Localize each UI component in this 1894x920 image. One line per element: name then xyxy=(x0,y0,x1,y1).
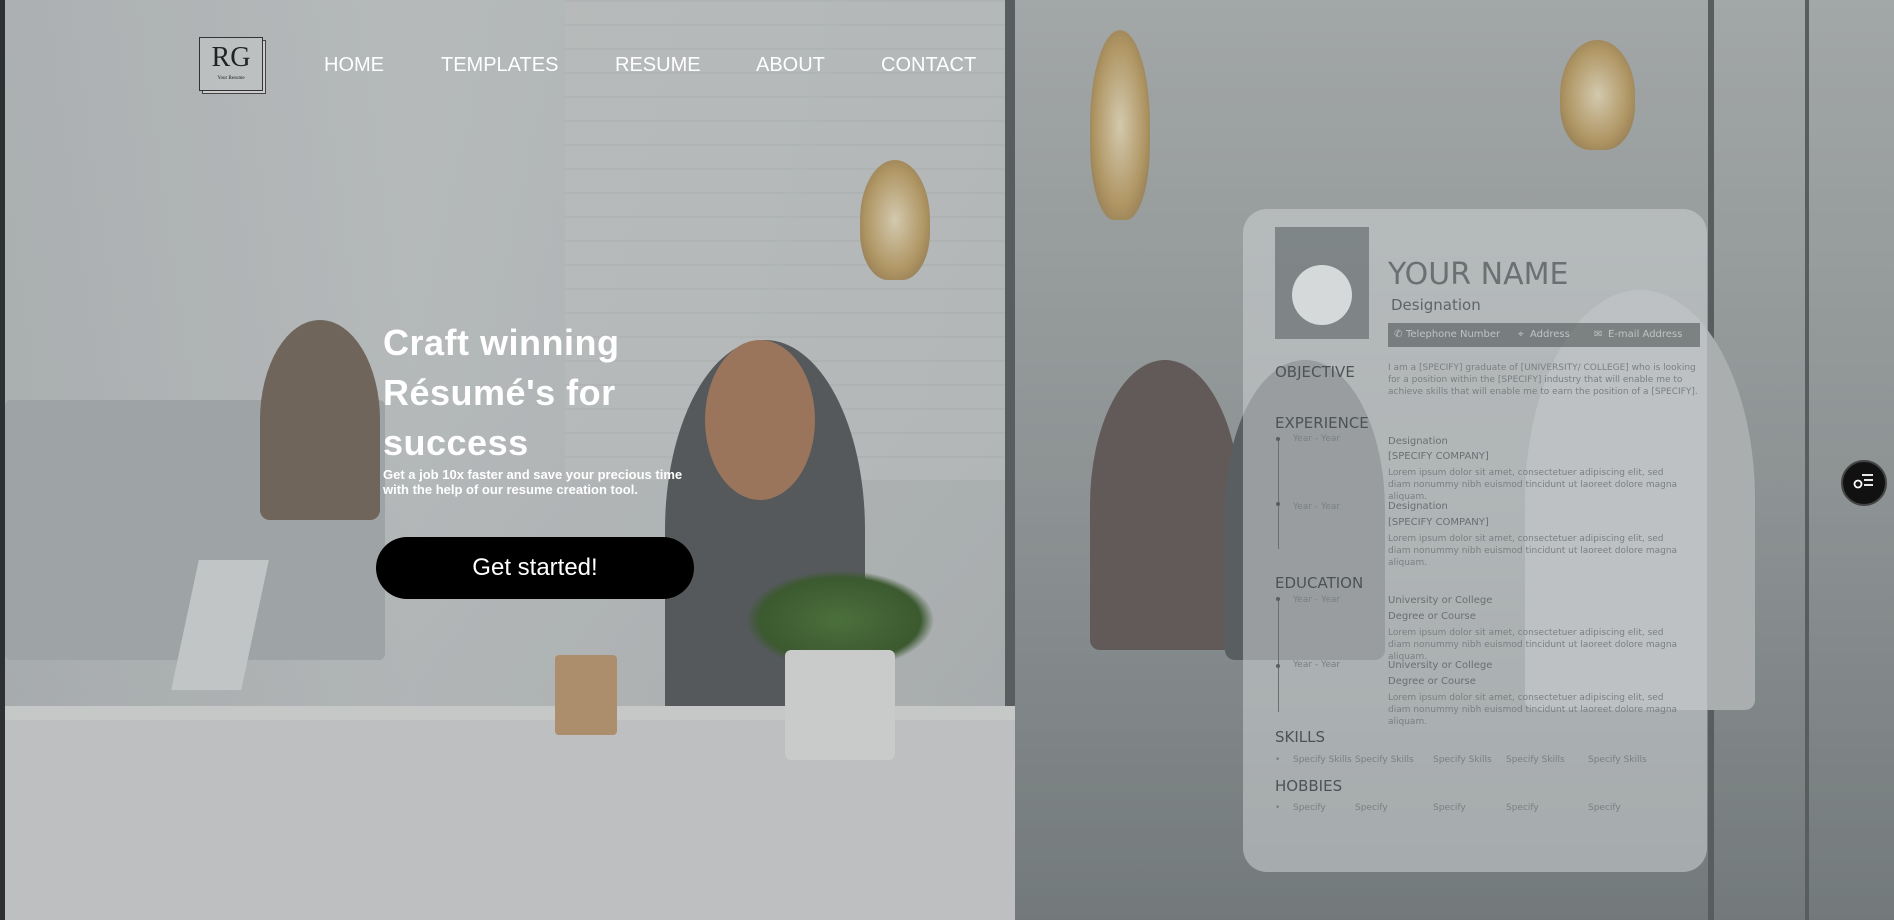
experience-years: Year - Year xyxy=(1293,502,1341,512)
experience-years: Year - Year xyxy=(1293,434,1341,444)
education-heading: EDUCATION xyxy=(1275,574,1364,592)
nav-home[interactable]: HOME xyxy=(324,54,384,77)
avatar xyxy=(1292,265,1352,325)
skill-item: Specify Skills xyxy=(1433,755,1492,765)
experience-desc: Lorem ipsum dolor sit amet, consectetuer… xyxy=(1388,534,1678,568)
hobby-item: Specify xyxy=(1293,803,1326,813)
resume-designation: Designation xyxy=(1391,296,1481,314)
resume-preview-card: YOUR NAME Designation ✆ Telephone Number… xyxy=(1243,209,1707,872)
objective-text: I am a [SPECIFY] graduate of [UNIVERSITY… xyxy=(1388,363,1698,397)
experience-company: [SPECIFY COMPANY] xyxy=(1388,517,1489,528)
settings-list-icon xyxy=(1853,472,1875,495)
nav-about[interactable]: ABOUT xyxy=(756,54,825,77)
mail-icon: ✉ xyxy=(1594,329,1603,340)
timeline-dot xyxy=(1276,437,1280,441)
hero-subtitle: Get a job 10x faster and save your preci… xyxy=(383,467,683,497)
hero-title: Craft winning Résumé's for success xyxy=(383,318,703,468)
education-desc: Lorem ipsum dolor sit amet, consectetuer… xyxy=(1388,693,1678,727)
experience-company: [SPECIFY COMPANY] xyxy=(1388,451,1489,462)
hobby-item: Specify xyxy=(1588,803,1621,813)
education-timeline xyxy=(1278,597,1279,712)
timeline-dot xyxy=(1276,664,1280,668)
list-bullet: • xyxy=(1275,755,1281,765)
resume-phone: Telephone Number xyxy=(1406,329,1501,340)
site-logo[interactable]: RG Your Resume xyxy=(199,37,263,91)
resume-photo-box xyxy=(1275,227,1369,339)
timeline-dot xyxy=(1276,597,1280,601)
timeline-dot xyxy=(1276,502,1280,506)
hero-title-line: success xyxy=(383,422,529,463)
logo-subtext: Your Resume xyxy=(217,76,245,81)
location-icon: ⌖ xyxy=(1518,329,1524,340)
experience-timeline xyxy=(1278,437,1279,549)
education-years: Year - Year xyxy=(1293,660,1341,670)
resume-email: E-mail Address xyxy=(1608,329,1683,340)
education-school: University or College xyxy=(1388,660,1493,671)
experience-role: Designation xyxy=(1388,436,1448,447)
skill-item: Specify Skills xyxy=(1588,755,1647,765)
nav-resume[interactable]: RESUME xyxy=(615,54,701,77)
education-degree: Degree or Course xyxy=(1388,676,1476,687)
list-bullet: • xyxy=(1275,803,1281,813)
skill-item: Specify Skills xyxy=(1293,755,1352,765)
logo-text: RG xyxy=(211,42,251,73)
hobby-item: Specify xyxy=(1506,803,1539,813)
education-years: Year - Year xyxy=(1293,595,1341,605)
hobbies-heading: HOBBIES xyxy=(1275,777,1343,795)
skill-item: Specify Skills xyxy=(1506,755,1565,765)
experience-role: Designation xyxy=(1388,501,1448,512)
phone-icon: ✆ xyxy=(1394,329,1403,340)
skills-heading: SKILLS xyxy=(1275,728,1326,746)
nav-templates[interactable]: TEMPLATES xyxy=(441,54,558,77)
experience-desc: Lorem ipsum dolor sit amet, consectetuer… xyxy=(1388,468,1678,502)
objective-heading: OBJECTIVE xyxy=(1275,363,1355,381)
education-degree: Degree or Course xyxy=(1388,611,1476,622)
resume-name: YOUR NAME xyxy=(1388,257,1569,292)
education-school: University or College xyxy=(1388,595,1493,606)
nav-contact[interactable]: CONTACT xyxy=(881,54,976,77)
skill-item: Specify Skills xyxy=(1355,755,1414,765)
hero-title-line: Résumé's for xyxy=(383,372,616,413)
education-desc: Lorem ipsum dolor sit amet, consectetuer… xyxy=(1388,628,1678,662)
experience-heading: EXPERIENCE xyxy=(1275,414,1369,432)
settings-side-button[interactable] xyxy=(1841,460,1887,506)
hero-title-line: Craft winning xyxy=(383,322,620,363)
hobby-item: Specify xyxy=(1355,803,1388,813)
get-started-button[interactable]: Get started! xyxy=(376,537,694,599)
hobby-item: Specify xyxy=(1433,803,1466,813)
resume-address: Address xyxy=(1530,329,1570,340)
resume-contact-bar: ✆ Telephone Number ⌖ Address ✉ E-mail Ad… xyxy=(1388,323,1700,347)
